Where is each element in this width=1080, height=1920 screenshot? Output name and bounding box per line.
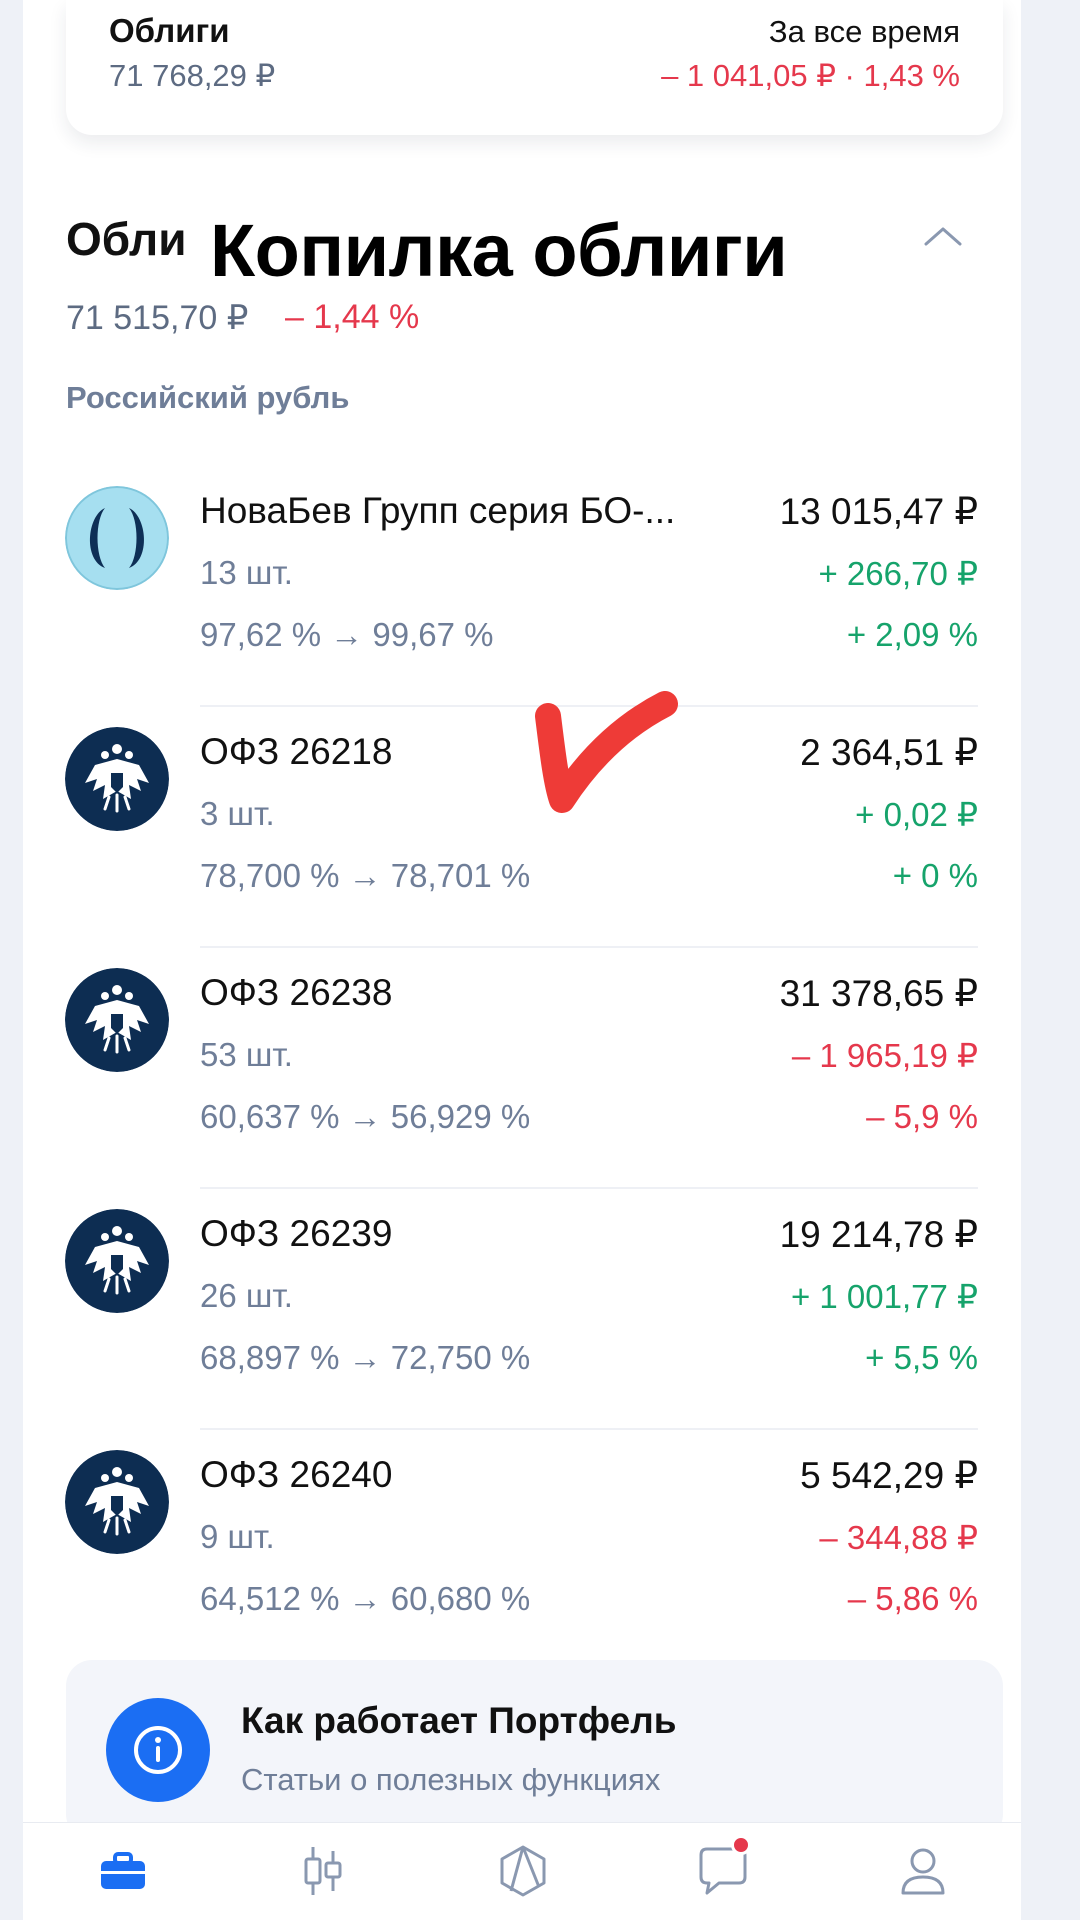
holding-name: ОФЗ 26218 bbox=[200, 731, 393, 772]
holding-total: 13 015,47 ₽ bbox=[779, 491, 978, 532]
holding-row[interactable]: ОФЗ 26218 3 шт. 78,700 % → 78,701 % 2 36… bbox=[23, 707, 1021, 948]
holding-name: ОФЗ 26238 bbox=[200, 972, 393, 1013]
portfolio-summary-card[interactable]: Облиги 71 768,29 ₽ За все время – 1 041,… bbox=[66, 0, 1003, 135]
holding-change-abs: – 344,88 ₽ bbox=[819, 1519, 978, 1556]
holding-name: ОФЗ 26240 bbox=[200, 1454, 393, 1495]
holding-quantity: 9 шт. bbox=[200, 1518, 275, 1555]
holding-quantity: 3 шт. bbox=[200, 795, 275, 832]
portfolio-icon[interactable] bbox=[93, 1841, 153, 1901]
profile-icon[interactable] bbox=[893, 1841, 953, 1901]
holding-price-range: 64,512 % → 60,680 % bbox=[200, 1580, 531, 1617]
holding-change-pct: + 2,09 % bbox=[846, 616, 978, 653]
portfolio-title: Облиги bbox=[109, 12, 230, 49]
holding-price-range: 97,62 % → 99,67 % bbox=[200, 616, 494, 653]
russia-emblem-icon bbox=[65, 727, 169, 831]
info-card-title: Как работает Портфель bbox=[241, 1700, 677, 1741]
holding-total: 2 364,51 ₽ bbox=[800, 732, 978, 773]
russia-emblem-icon bbox=[65, 968, 169, 1072]
bottom-tab-bar bbox=[23, 1822, 1021, 1920]
holding-price-range: 60,637 % → 56,929 % bbox=[200, 1098, 531, 1135]
portfolio-change: – 1 041,05 ₽ · 1,43 % bbox=[661, 58, 960, 93]
holding-row[interactable]: ОФЗ 26239 26 шт. 68,897 % → 72,750 % 19 … bbox=[23, 1189, 1021, 1430]
notification-dot bbox=[731, 1835, 751, 1855]
holding-change-pct: + 0 % bbox=[892, 857, 978, 894]
chat-tab[interactable] bbox=[693, 1835, 753, 1901]
holding-price-range: 78,700 % → 78,701 % bbox=[200, 857, 531, 894]
holding-total: 31 378,65 ₽ bbox=[779, 973, 978, 1014]
info-icon bbox=[106, 1698, 210, 1802]
holding-change-abs: + 0,02 ₽ bbox=[855, 796, 978, 833]
holding-change-abs: + 1 001,77 ₽ bbox=[790, 1278, 978, 1315]
holding-row[interactable]: ОФЗ 26240 9 шт. 64,512 % → 60,680 % 5 54… bbox=[23, 1430, 1021, 1671]
holding-quantity: 53 шт. bbox=[200, 1036, 293, 1073]
section-change: – 1,44 % bbox=[285, 298, 420, 336]
holding-name: ОФЗ 26239 bbox=[200, 1213, 393, 1254]
section-value: 71 515,70 ₽ bbox=[66, 299, 249, 337]
portfolio-screen: Облиги 71 768,29 ₽ За все время – 1 041,… bbox=[23, 0, 1021, 1920]
holding-change-pct: – 5,86 % bbox=[847, 1580, 978, 1617]
chevron-up-icon[interactable] bbox=[923, 225, 963, 247]
russia-emblem-icon bbox=[65, 1450, 169, 1554]
overlay-caption: Копилка облиги bbox=[210, 209, 788, 292]
holding-name: НоваБев Групп серия БО-... bbox=[200, 490, 676, 531]
holding-quantity: 26 шт. bbox=[200, 1277, 293, 1314]
holding-row[interactable]: НоваБев Групп серия БО-... 13 шт. 97,62 … bbox=[23, 466, 1021, 707]
holding-quantity: 13 шт. bbox=[200, 554, 293, 591]
holding-change-pct: + 5,5 % bbox=[865, 1339, 978, 1376]
portfolio-value: 71 768,29 ₽ bbox=[109, 58, 276, 93]
candles-icon[interactable] bbox=[293, 1841, 353, 1901]
holding-change-abs: + 266,70 ₽ bbox=[818, 555, 978, 592]
checkmark-annotation-icon bbox=[535, 691, 678, 813]
hexagon-icon[interactable] bbox=[493, 1841, 553, 1901]
info-card-subtitle: Статьи о полезных функциях bbox=[241, 1762, 661, 1797]
holding-total: 19 214,78 ₽ bbox=[779, 1214, 978, 1255]
russia-emblem-icon bbox=[65, 1209, 169, 1313]
holding-price-range: 68,897 % → 72,750 % bbox=[200, 1339, 531, 1376]
holding-change-abs: – 1 965,19 ₽ bbox=[791, 1037, 978, 1074]
period-selector[interactable]: За все время bbox=[769, 14, 960, 50]
currency-group-label: Российский рубль bbox=[66, 380, 350, 415]
holding-row[interactable]: ОФЗ 26238 53 шт. 60,637 % → 56,929 % 31 … bbox=[23, 948, 1021, 1189]
section-title[interactable]: Обли bbox=[66, 212, 196, 266]
holding-total: 5 542,29 ₽ bbox=[800, 1455, 978, 1496]
how-portfolio-works-card[interactable]: Как работает Портфель Статьи о полезных … bbox=[66, 1660, 1003, 1840]
novabev-logo-icon bbox=[65, 486, 169, 590]
holding-change-pct: – 5,9 % bbox=[866, 1098, 978, 1135]
